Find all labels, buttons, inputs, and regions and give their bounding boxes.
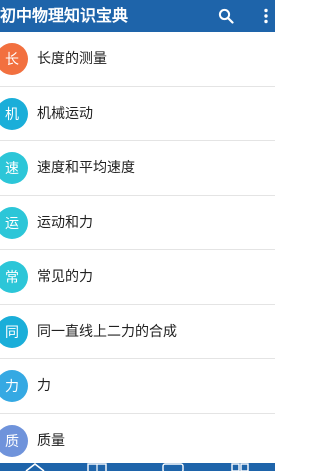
topic-initial-badge: 速 (0, 152, 28, 184)
topic-initial-badge: 质 (0, 424, 28, 457)
topic-label: 长度的测量 (37, 51, 107, 67)
topic-label: 运动和力 (37, 214, 93, 231)
more-options-button[interactable] (252, 0, 280, 32)
topic-label: 同一直线上二力的合成 (37, 323, 177, 340)
search-icon (218, 8, 234, 24)
topic-initial-badge: 机 (0, 97, 28, 130)
list-item[interactable]: 速 速度和平均速度 (0, 141, 275, 196)
grid-icon (231, 463, 249, 471)
topic-initial-badge: 力 (0, 370, 28, 402)
search-button[interactable] (212, 0, 240, 32)
list-item[interactable]: 运 运动和力 (0, 196, 275, 250)
topic-initial-badge: 常 (0, 261, 28, 293)
topic-initial-badge: 运 (0, 206, 28, 239)
tab-grid[interactable] (225, 463, 255, 471)
more-vert-icon (264, 8, 268, 24)
list-item[interactable]: 长 长度的测量 (0, 32, 275, 87)
topic-initial-badge: 长 (0, 43, 28, 75)
topic-list: 长 长度的测量 机 机械运动 速 速度和平均速度 运 运动和力 常 常见的力 同… (0, 32, 275, 468)
topic-initial-badge: 同 (0, 315, 28, 348)
topic-label: 力 (37, 378, 51, 394)
app-bar: 初中物理知识宝典 (0, 0, 275, 32)
topic-label: 常见的力 (37, 269, 93, 285)
list-item[interactable]: 质 质量 (0, 414, 275, 468)
bottom-navigation (0, 463, 275, 471)
list-item[interactable]: 机 机械运动 (0, 87, 275, 141)
app-title: 初中物理知识宝典 (0, 6, 129, 25)
topic-label: 速度和平均速度 (37, 160, 135, 176)
tab-chat[interactable] (158, 463, 188, 471)
topic-label: 质量 (37, 432, 65, 449)
chat-icon (162, 463, 184, 471)
list-item[interactable]: 常 常见的力 (0, 250, 275, 305)
book-icon (87, 463, 107, 471)
tab-home[interactable] (20, 463, 50, 471)
home-icon (25, 463, 45, 471)
list-item[interactable]: 同 同一直线上二力的合成 (0, 305, 275, 359)
topic-label: 机械运动 (37, 105, 93, 122)
tab-book[interactable] (82, 463, 112, 471)
list-item[interactable]: 力 力 (0, 359, 275, 414)
